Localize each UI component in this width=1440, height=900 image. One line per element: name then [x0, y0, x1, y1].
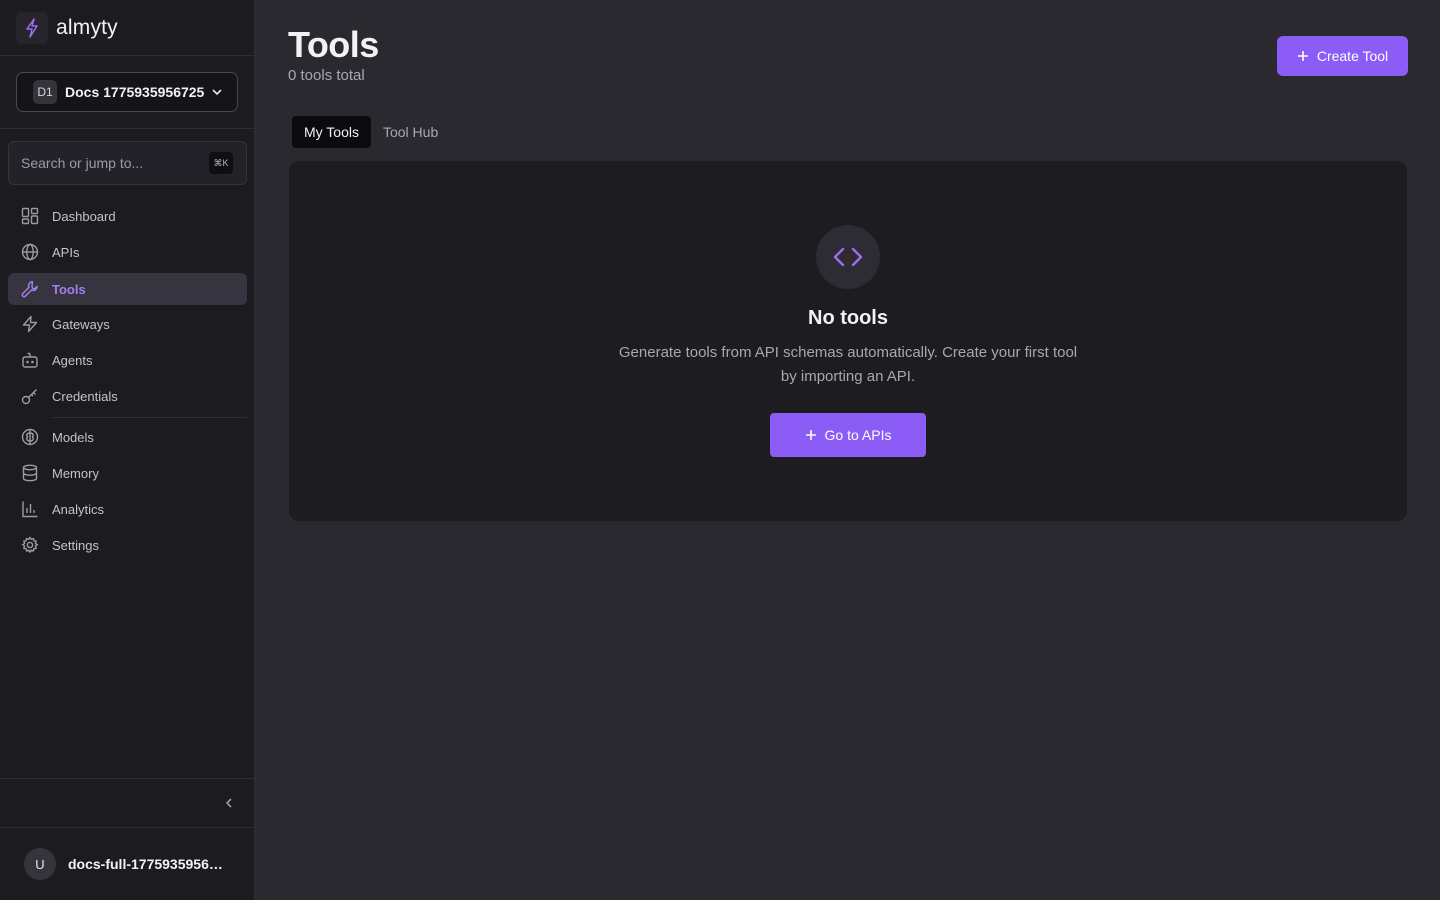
plus-icon — [805, 429, 817, 441]
sidebar-item-label: Agents — [52, 352, 93, 368]
sidebar-item-credentials[interactable]: Credentials — [8, 380, 247, 412]
collapse-bar — [0, 778, 255, 828]
sidebar-item-gateways[interactable]: Gateways — [8, 308, 247, 340]
sidebar-item-models[interactable]: Models — [8, 421, 247, 453]
grid-icon — [20, 206, 40, 226]
user-menu[interactable]: U docs-full-1775935956… — [24, 848, 223, 880]
tab-tool-hub[interactable]: Tool Hub — [371, 116, 450, 148]
create-tool-label: Create Tool — [1316, 48, 1389, 64]
empty-state-description: Generate tools from API schemas automati… — [618, 344, 1078, 385]
sidebar-item-label: Memory — [52, 465, 99, 481]
brain-icon — [20, 427, 40, 447]
sidebar: almyty D1 Docs 1775935956725 Search or j… — [0, 0, 255, 900]
sidebar-item-analytics[interactable]: Analytics — [8, 493, 247, 525]
sidebar-item-settings[interactable]: Settings — [8, 529, 247, 561]
plus-icon — [1297, 50, 1309, 62]
sidebar-item-label: Settings — [52, 537, 99, 553]
nav-divider — [52, 417, 247, 418]
sidebar-item-memory[interactable]: Memory — [8, 457, 247, 489]
sidebar-item-label: Tools — [52, 281, 86, 297]
search-placeholder: Search or jump to... — [21, 155, 144, 171]
sidebar-item-label: Analytics — [52, 501, 105, 517]
search-input[interactable]: Search or jump to... ⌘K — [8, 141, 247, 185]
brand[interactable]: almyty — [0, 0, 254, 56]
sidebar-item-agents[interactable]: Agents — [8, 344, 247, 376]
brand-name: almyty — [56, 15, 118, 39]
sidebar-item-label: Credentials — [52, 388, 118, 404]
globe-icon — [20, 242, 40, 262]
empty-state-title: No tools — [808, 307, 888, 329]
bot-icon — [20, 350, 40, 370]
page-subtitle: 0 tools total — [288, 67, 365, 84]
wrench-icon — [20, 279, 40, 299]
database-icon — [20, 463, 40, 483]
workspace-name: Docs 1775935956725 — [65, 84, 205, 100]
gear-icon — [20, 535, 40, 555]
chevron-down-icon — [210, 85, 224, 99]
sidebar-item-dashboard[interactable]: Dashboard — [8, 200, 247, 232]
sidebar-item-label: Models — [52, 429, 94, 445]
bolt-icon — [16, 11, 48, 44]
avatar: U — [24, 848, 56, 880]
go-to-apis-button[interactable]: Go to APIs — [770, 413, 926, 457]
sidebar-item-label: APIs — [52, 244, 80, 260]
page-title: Tools — [288, 24, 379, 65]
chevron-left-icon[interactable] — [221, 795, 237, 811]
bolt-icon — [20, 314, 40, 334]
sidebar-item-label: Gateways — [52, 316, 110, 332]
shortcut-badge: ⌘K — [209, 152, 233, 174]
code-icon — [816, 225, 880, 289]
bar-chart-icon — [20, 499, 40, 519]
sidebar-item-label: Dashboard — [52, 208, 116, 224]
key-icon — [20, 386, 40, 406]
user-name: docs-full-1775935956… — [68, 856, 223, 872]
sidebar-item-apis[interactable]: APIs — [8, 236, 247, 268]
create-tool-button[interactable]: Create Tool — [1277, 36, 1408, 76]
tab-my-tools[interactable]: My Tools — [292, 116, 371, 148]
tab-bar: My Tools Tool Hub — [292, 116, 450, 148]
empty-state-card: No tools Generate tools from API schemas… — [289, 161, 1407, 521]
workspace-switcher[interactable]: D1 Docs 1775935956725 — [16, 72, 238, 112]
workspace-badge: D1 — [33, 80, 57, 104]
go-to-apis-label: Go to APIs — [824, 427, 892, 443]
sidebar-item-tools[interactable]: Tools — [8, 273, 247, 305]
